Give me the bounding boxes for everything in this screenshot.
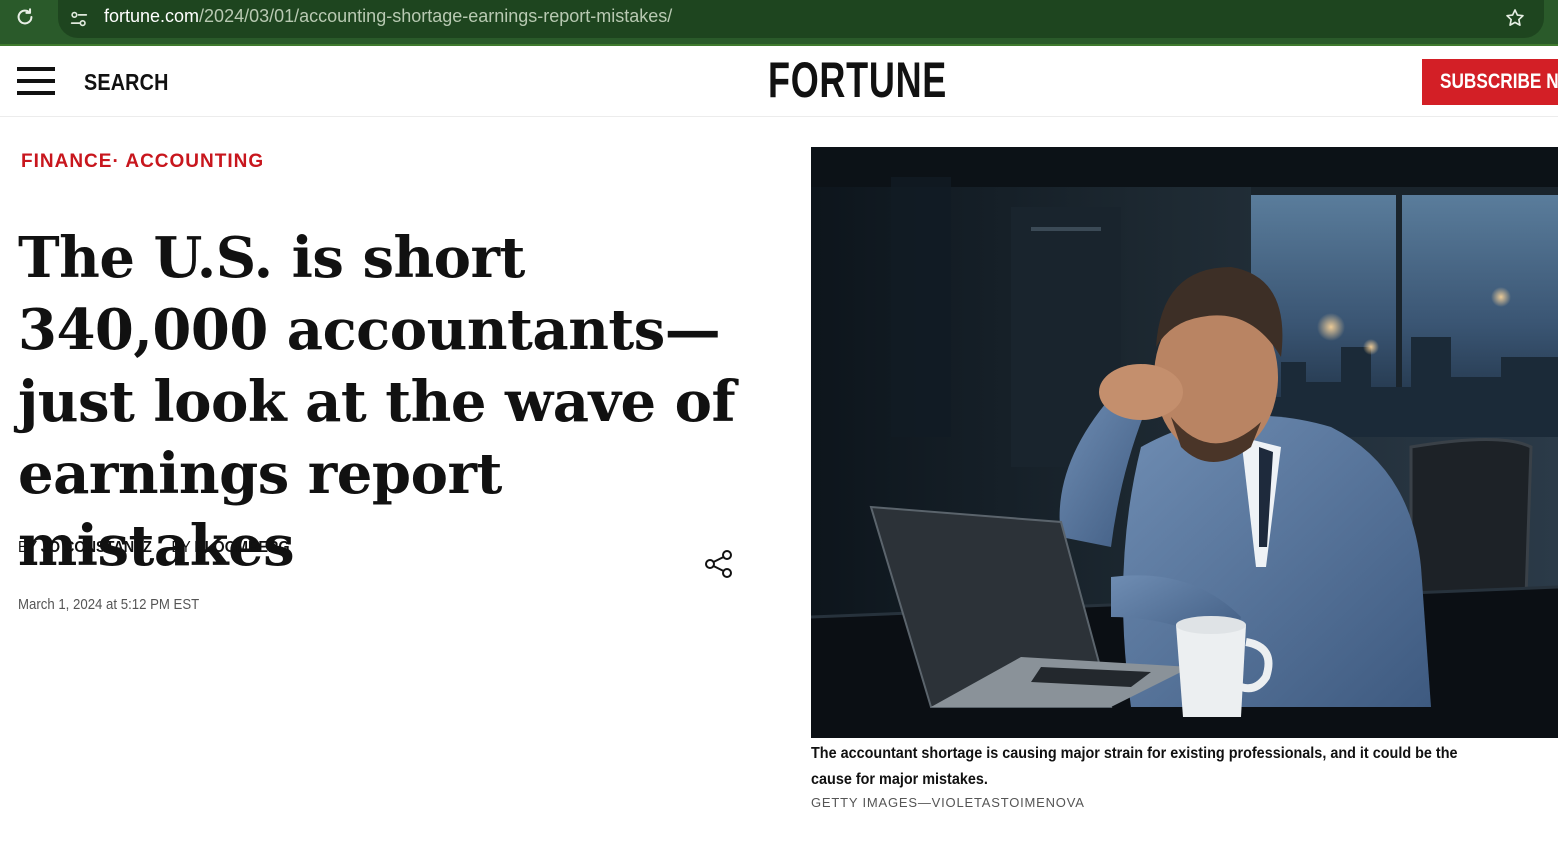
hamburger-menu-icon[interactable] — [17, 67, 55, 97]
menu-bar-line — [17, 91, 55, 95]
article-headline: The U.S. is short 340,000 accountants—ju… — [18, 225, 736, 579]
url-path: /2024/03/01/accounting-shortage-earnings… — [199, 6, 673, 26]
category-accounting-link[interactable]: ACCOUNTING — [125, 151, 264, 172]
byline-prefix: BY — [18, 539, 38, 556]
url-domain: fortune.com — [104, 6, 200, 26]
url-text[interactable]: fortune.com/2024/03/01/accounting-shorta… — [104, 6, 672, 27]
byline: BY JO CONSTANTZ BY BLOOMBERG — [18, 539, 290, 557]
hero-image — [811, 147, 1558, 738]
author-link[interactable]: JO CONSTANTZ — [41, 539, 152, 556]
reload-icon[interactable] — [14, 6, 36, 28]
address-bar[interactable]: fortune.com/2024/03/01/accounting-shorta… — [58, 0, 1544, 38]
star-icon[interactable] — [1504, 7, 1526, 29]
breadcrumb: FINANCE· ACCOUNTING — [21, 151, 264, 173]
author-link[interactable]: BLOOMBERG — [194, 539, 289, 556]
menu-bar-line — [17, 67, 55, 71]
category-finance-link[interactable]: FINANCE — [21, 151, 112, 172]
subscribe-label: SUBSCRIBE NOW — [1440, 70, 1558, 93]
browser-toolbar: fortune.com/2024/03/01/accounting-shorta… — [0, 0, 1558, 46]
site-settings-icon[interactable] — [68, 8, 90, 30]
image-caption: The accountant shortage is causing major… — [811, 745, 1458, 788]
image-credit: GETTY IMAGES—VIOLETASTOIMENOVA — [811, 795, 1085, 810]
byline-prefix: BY — [171, 539, 191, 556]
site-header: SEARCH FORTUNE SUBSCRIBE NOW — [0, 47, 1558, 117]
publish-date: March 1, 2024 at 5:12 PM EST — [18, 596, 200, 613]
category-separator: · — [112, 151, 120, 172]
search-button[interactable]: SEARCH — [84, 69, 169, 96]
fortune-logo[interactable]: FORTUNE — [768, 53, 947, 107]
subscribe-button[interactable]: SUBSCRIBE NOW — [1422, 59, 1558, 105]
menu-bar-line — [17, 79, 55, 83]
share-icon[interactable] — [703, 548, 735, 580]
hero-illustration — [811, 147, 1558, 738]
